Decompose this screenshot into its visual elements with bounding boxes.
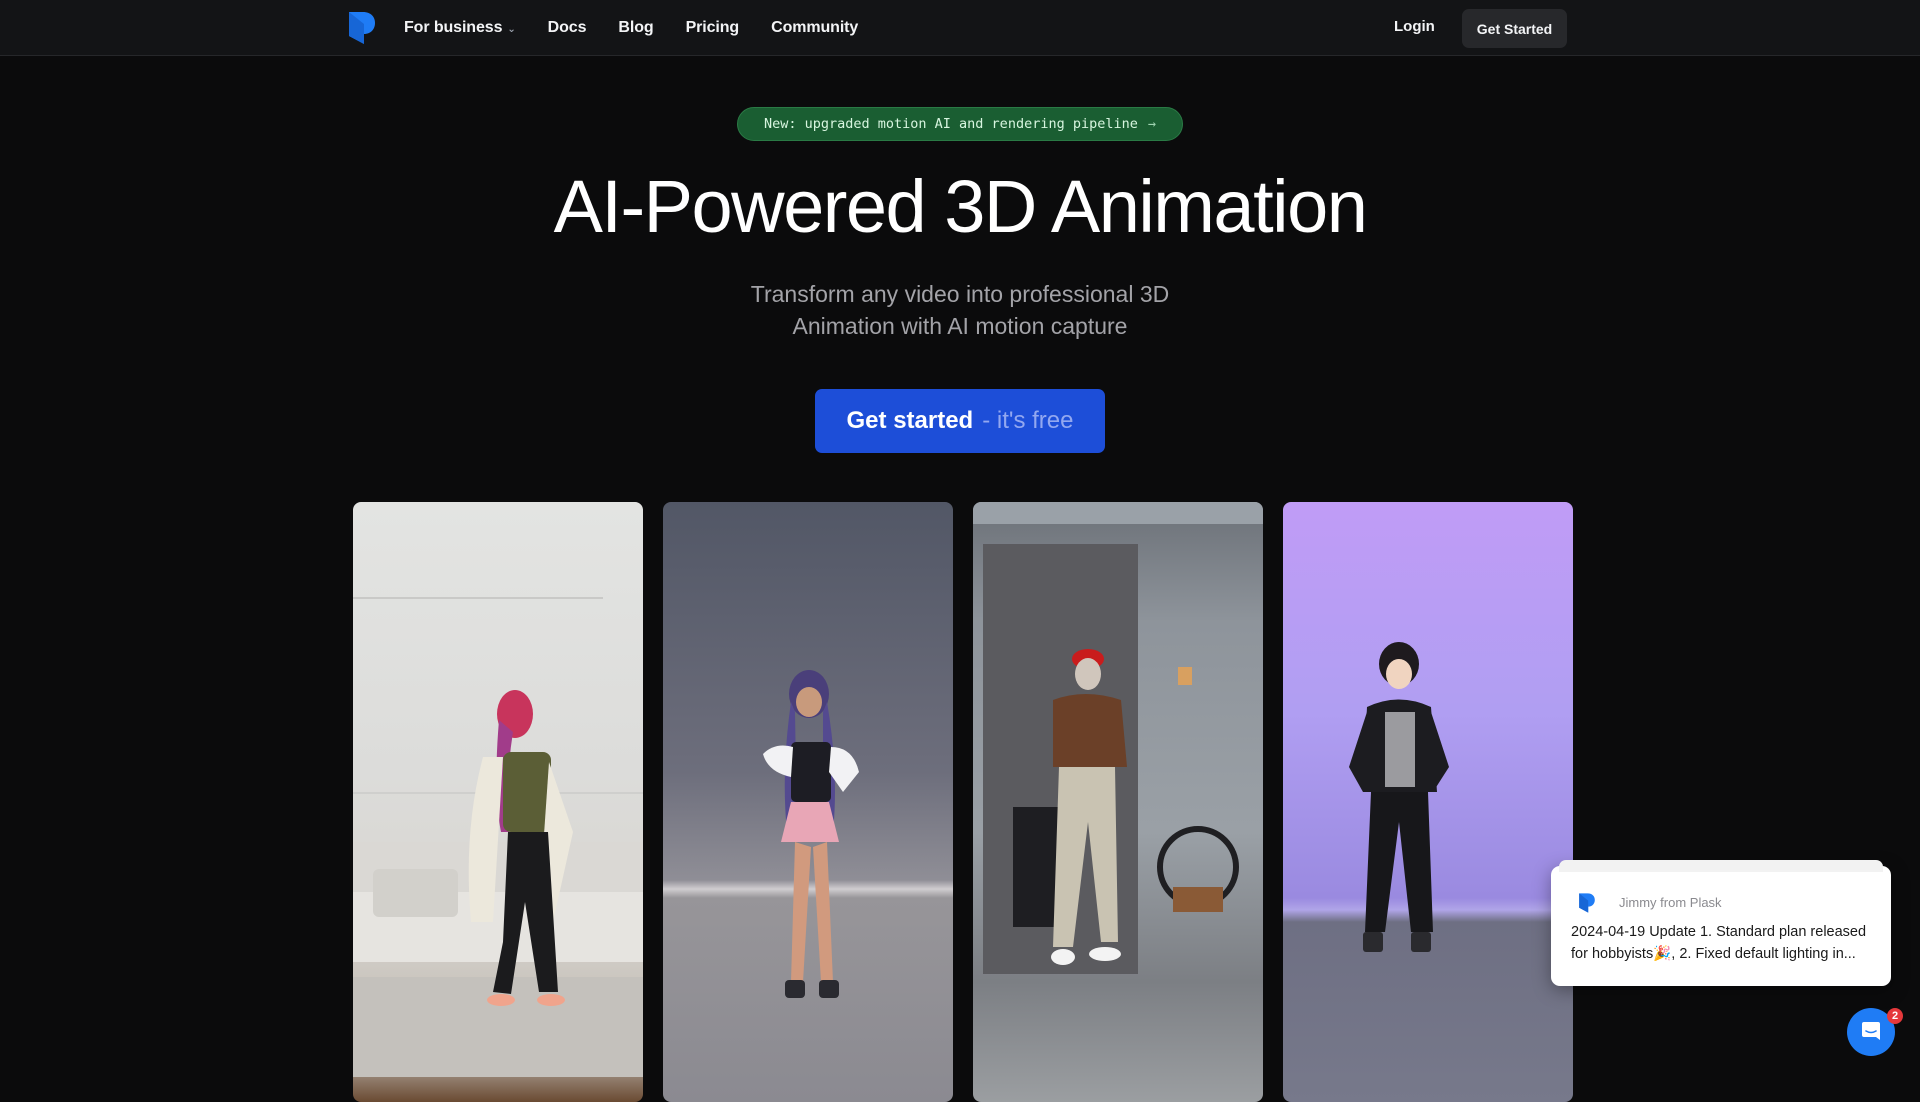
chevron-down-icon: ⌄	[507, 23, 516, 35]
showcase-card-anime-boy	[1283, 502, 1573, 1102]
hero-title: AI-Powered 3D Animation	[553, 165, 1368, 248]
showcase-card-man-dancing	[973, 502, 1263, 1102]
arrow-right-icon: →	[1147, 116, 1156, 132]
nav-link-label: For business	[404, 19, 503, 36]
hero-subtitle-line: Animation with AI motion capture	[792, 313, 1128, 339]
hero-subtitle-line: Transform any video into professional 3D	[750, 281, 1170, 307]
nav-link-pricing[interactable]: Pricing	[686, 19, 740, 37]
announcement-text: New: upgraded motion AI and rendering pi…	[763, 116, 1138, 132]
anime-girl-avatar-image	[763, 670, 859, 998]
showcase-card-anime-girl	[663, 502, 953, 1102]
top-navigation-bar: For business ⌄ Docs Blog Pricing Communi…	[0, 0, 1920, 56]
plask-logo-icon[interactable]	[347, 10, 377, 46]
chat-bubble-icon	[1862, 1022, 1880, 1040]
chat-notification-card[interactable]: Jimmy from Plask 2024-04-19 Update 1. St…	[1551, 860, 1891, 986]
nav-link-label: Community	[771, 19, 859, 36]
chat-card-stack	[1559, 860, 1883, 872]
nav-link-label: Pricing	[685, 19, 740, 36]
nav-link-community[interactable]: Community	[771, 19, 858, 37]
man-dancing-image	[973, 502, 1263, 974]
woman-dancing-image	[353, 597, 643, 1077]
chat-message-preview: 2024-04-19 Update 1. Standard plan relea…	[1571, 924, 1867, 962]
nav-link-blog[interactable]: Blog	[618, 19, 653, 37]
nav-link-label: Blog	[618, 19, 654, 36]
login-link[interactable]: Login	[1394, 18, 1435, 35]
plask-logo-icon	[1579, 893, 1595, 913]
nav-link-for-business[interactable]: For business ⌄	[404, 19, 516, 37]
cta-label: Get started	[846, 407, 974, 434]
announcement-badge[interactable]: New: upgraded motion AI and rendering pi…	[737, 107, 1183, 141]
cta-sublabel: - it's free	[982, 407, 1074, 434]
unread-count-badge: 2	[1887, 1008, 1903, 1024]
nav-link-docs[interactable]: Docs	[548, 19, 587, 37]
nav-link-label: Docs	[547, 19, 587, 36]
get-started-free-button[interactable]: Get started - it's free	[815, 389, 1105, 453]
hero-subtitle: Transform any video into professional 3D…	[0, 278, 1920, 342]
chat-sender-name: Jimmy from Plask	[1619, 895, 1722, 910]
anime-boy-avatar-image	[1349, 642, 1449, 952]
get-started-nav-button[interactable]: Get Started	[1462, 9, 1567, 48]
showcase-card-woman-dancing	[353, 502, 643, 1102]
nav-links: For business ⌄ Docs Blog Pricing Communi…	[404, 0, 890, 56]
